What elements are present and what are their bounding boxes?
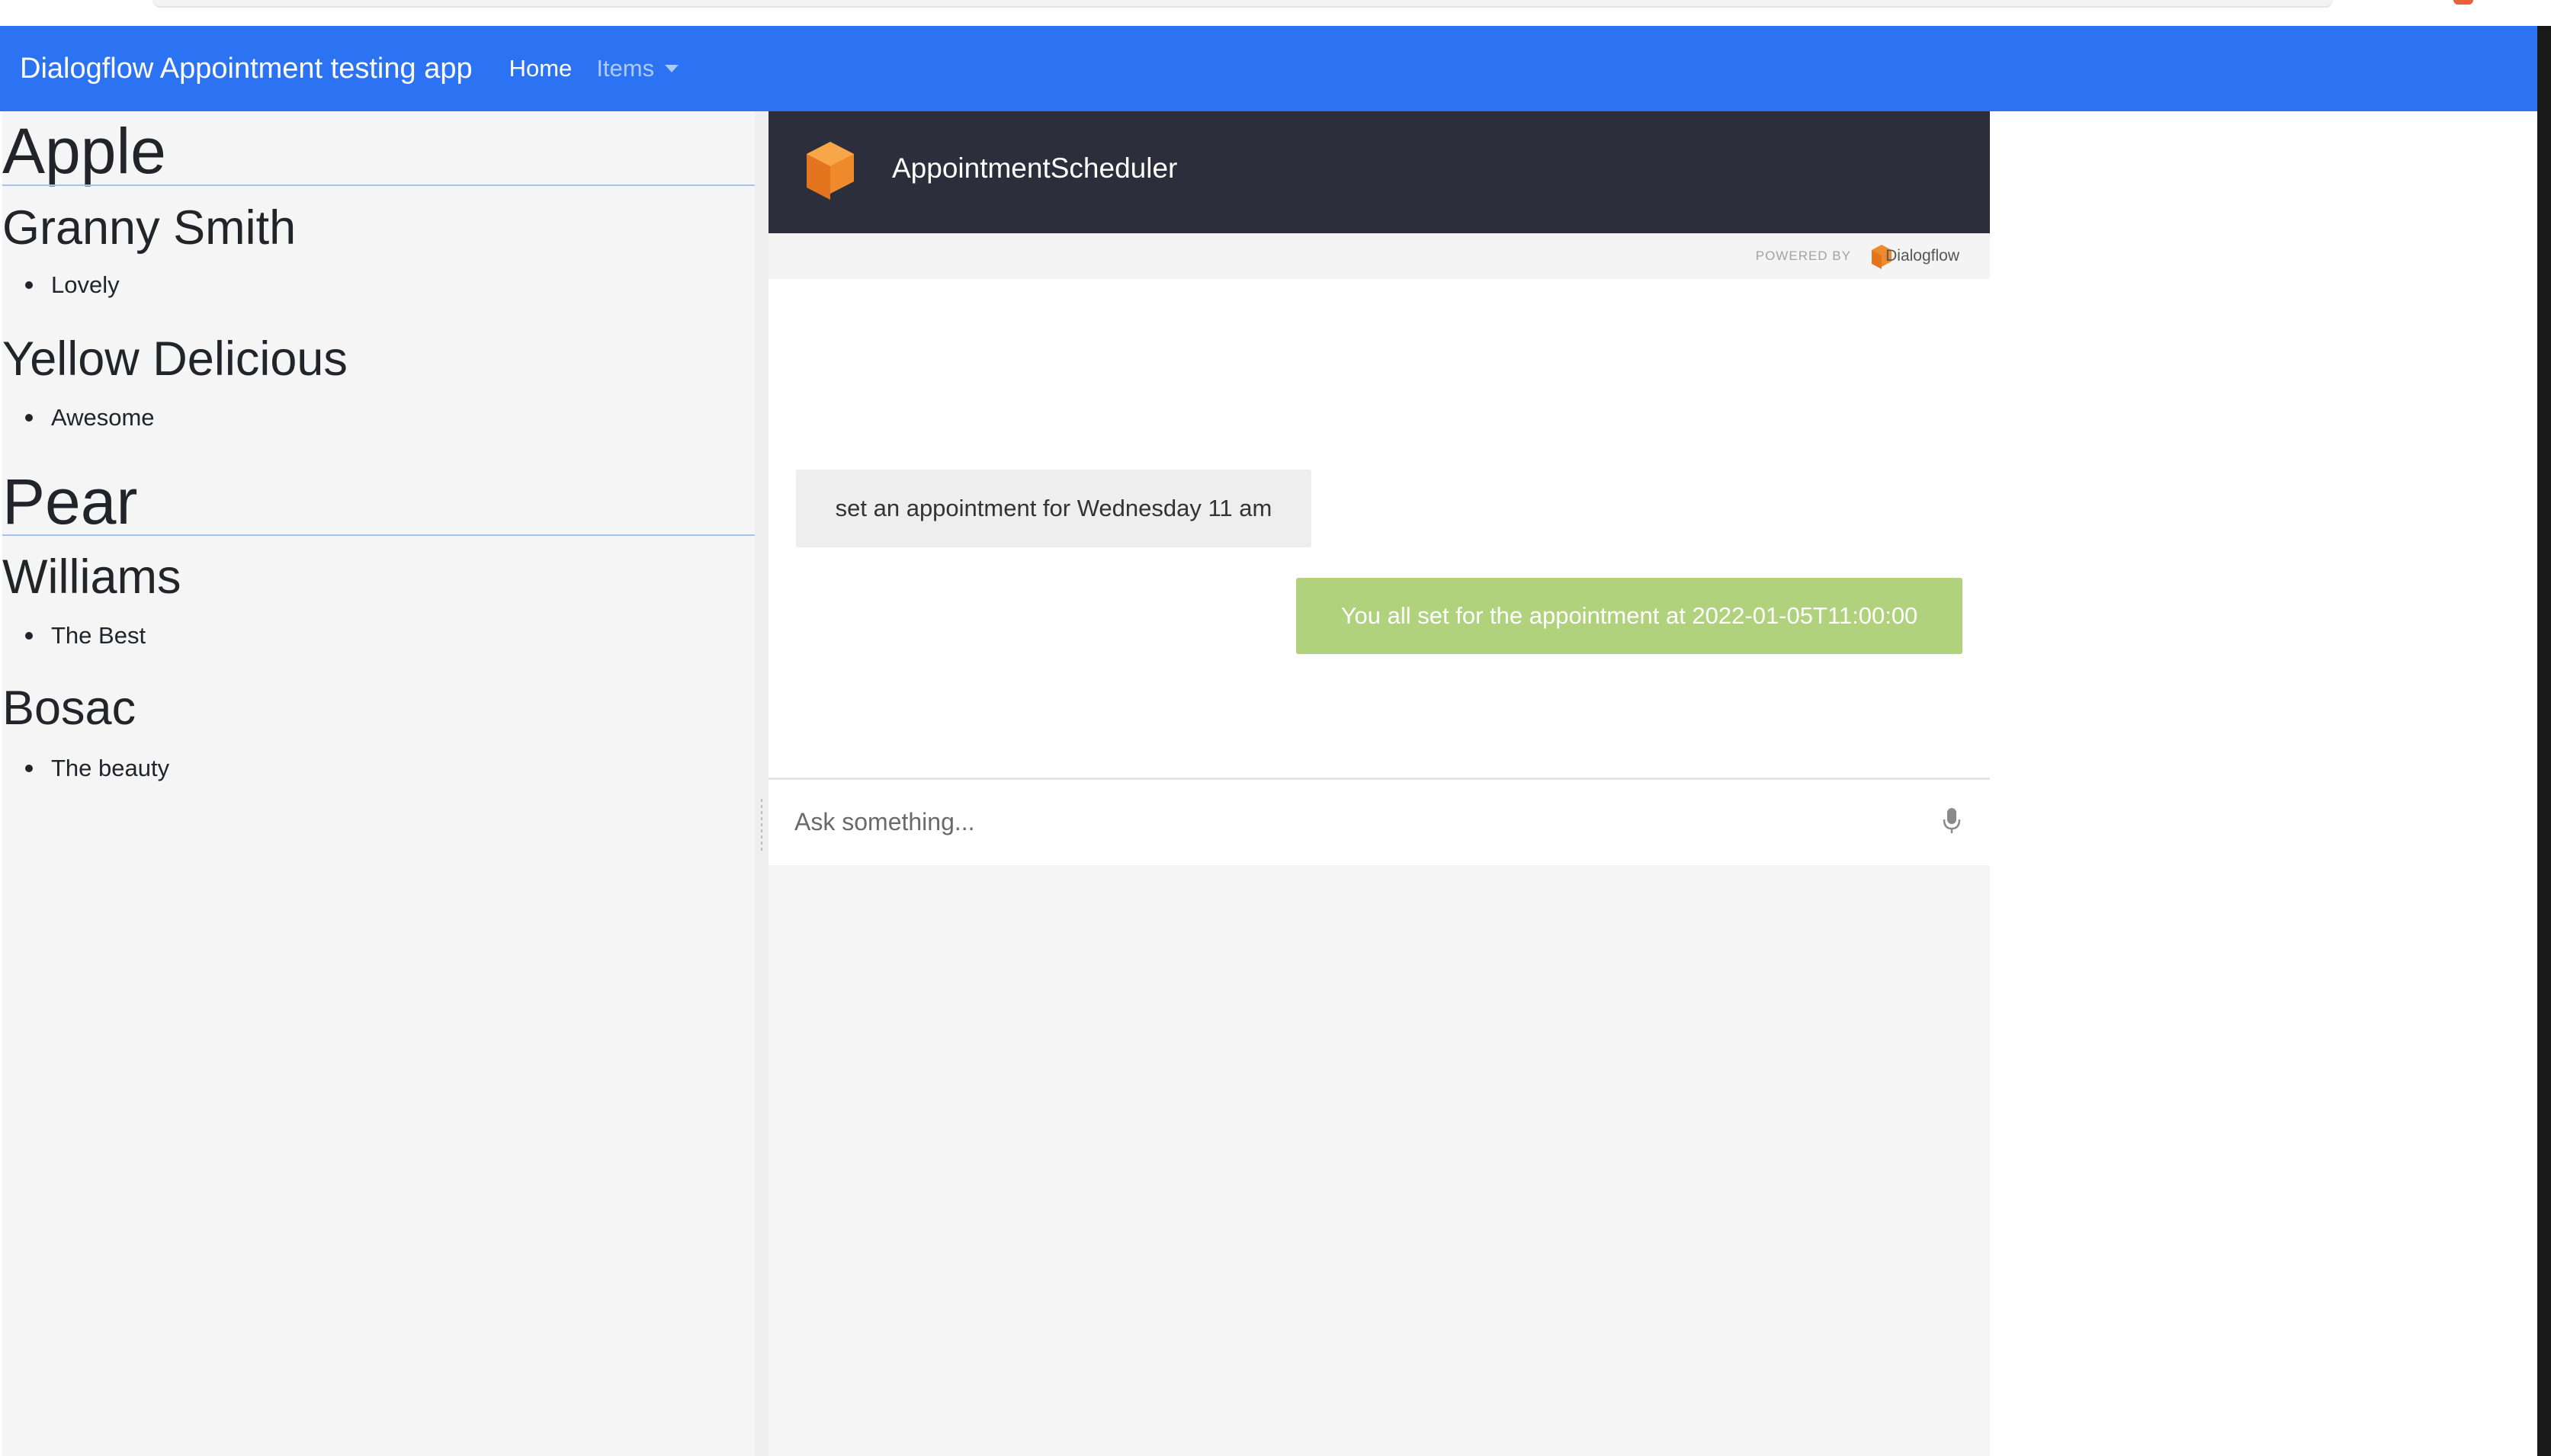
navbar-brand[interactable]: Dialogflow Appointment testing app <box>20 53 473 85</box>
variety-note: The Best <box>2 622 146 649</box>
variety-heading: Williams <box>2 550 181 604</box>
nav-dropdown-items-label: Items <box>596 55 655 82</box>
nav-link-home[interactable]: Home <box>509 55 573 82</box>
microphone-icon[interactable] <box>1943 807 1961 839</box>
variety-note: Awesome <box>2 404 155 431</box>
navbar: Dialogflow Appointment testing app Home … <box>0 26 2537 111</box>
caret-down-icon <box>665 65 679 72</box>
fruit-heading: Apple <box>2 115 166 187</box>
variety-note: Lovely <box>2 271 120 299</box>
fruit-heading: Pear <box>2 466 138 537</box>
dialogflow-cube-icon <box>805 140 855 205</box>
message-list[interactable]: set an appointment for Wednesday 11 am Y… <box>769 279 1990 779</box>
powered-by-bar: POWERED BY Dialogflow <box>769 233 1990 279</box>
powered-by-label: POWERED BY <box>1755 249 1851 263</box>
pane-splitter[interactable] <box>755 111 769 1456</box>
variety-heading: Yellow Delicious <box>2 332 348 386</box>
agent-name: AppointmentScheduler <box>892 152 1178 184</box>
dialogflow-brand-label[interactable]: Dialogflow <box>1885 247 1959 265</box>
chat-header: AppointmentScheduler <box>769 111 1990 233</box>
profile-avatar[interactable] <box>2453 0 2473 5</box>
variety-heading: Bosac <box>2 681 136 735</box>
browser-top-strip <box>0 0 2551 26</box>
variety-heading: Granny Smith <box>2 201 297 255</box>
dialogflow-messenger: AppointmentScheduler POWERED BY Dialogfl… <box>769 111 1990 1456</box>
heading-divider <box>2 184 756 186</box>
chat-input-row <box>769 778 1990 865</box>
nav-dropdown-items[interactable]: Items <box>596 55 679 82</box>
fruit-list-pane: Apple Granny Smith Lovely Yellow Delicio… <box>0 111 757 1456</box>
agent-message: You all set for the appointment at 2022-… <box>1296 578 1962 654</box>
splitter-grip-handle[interactable] <box>760 797 763 851</box>
variety-note: The beauty <box>2 755 169 782</box>
ask-input[interactable] <box>794 801 1908 842</box>
blank-content-area <box>1990 111 2551 1456</box>
heading-divider <box>2 534 756 536</box>
address-bar-edge[interactable] <box>152 0 2333 8</box>
user-message: set an appointment for Wednesday 11 am <box>796 470 1311 547</box>
window-edge <box>2537 26 2551 1456</box>
